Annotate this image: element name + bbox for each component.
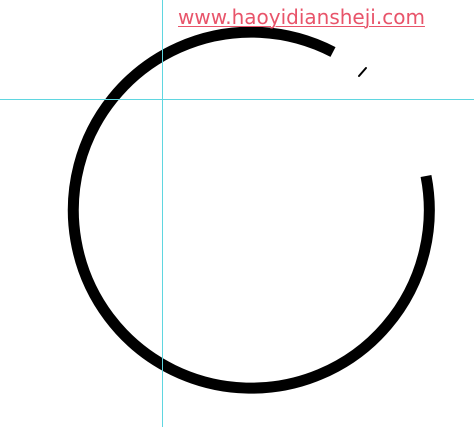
stray-stroke-fragment[interactable] [358, 67, 367, 77]
document-canvas[interactable]: www.haoyidiansheji.com [0, 0, 474, 427]
circle-arc-stroke[interactable] [67, 26, 435, 394]
watermark-url-text: www.haoyidiansheji.com [178, 5, 425, 29]
artwork-layer [0, 0, 474, 427]
